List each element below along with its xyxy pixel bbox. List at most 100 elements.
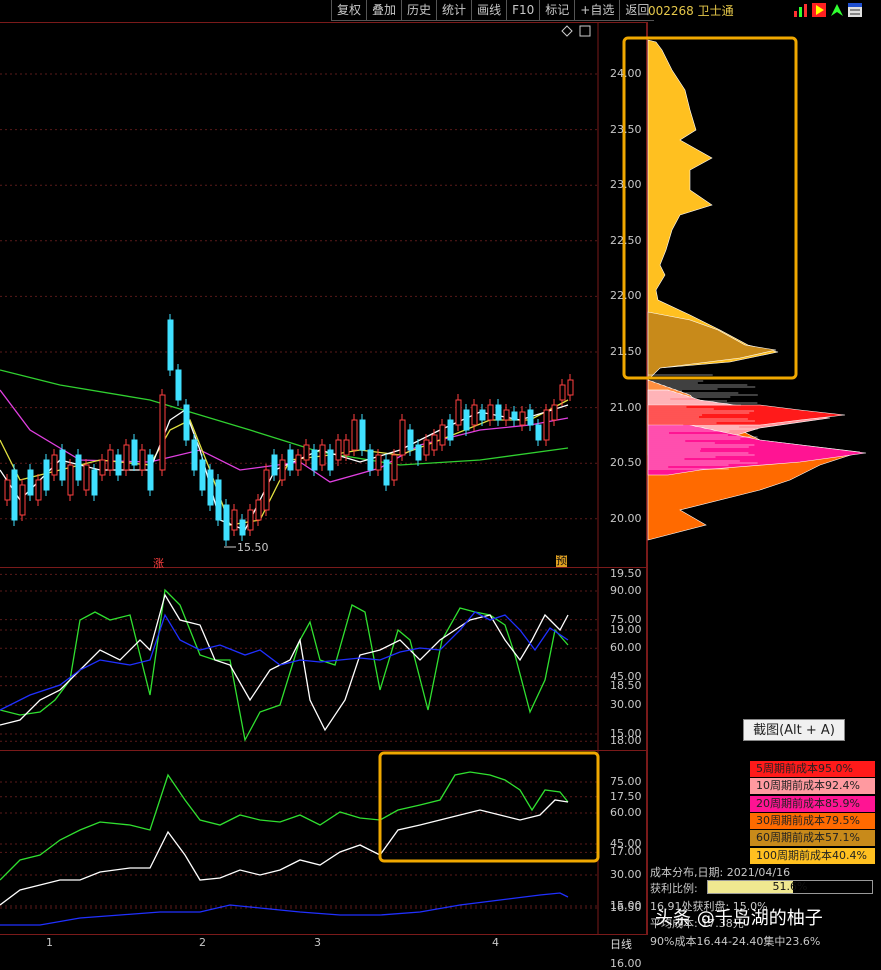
candle-body: [231, 509, 238, 531]
candle-body: [559, 384, 566, 401]
candle-body: [487, 404, 494, 421]
forecast-tag[interactable]: 预: [556, 555, 567, 567]
candle-body: [279, 459, 286, 481]
cost-layer-60: [647, 311, 777, 381]
candle-body: [431, 434, 438, 451]
candle-body: [263, 469, 270, 511]
candle-body: [311, 449, 318, 471]
candle-body: [67, 464, 74, 496]
osc1-tick-label: 60.00: [610, 641, 642, 655]
candle-body: [4, 479, 11, 501]
candle-body: [335, 439, 342, 461]
profit-ratio-label: 获利比例:: [650, 882, 698, 895]
candle-body: [75, 454, 82, 481]
osc1-tick-label: 30.00: [610, 698, 642, 712]
period-label[interactable]: 日线: [610, 936, 632, 952]
candle-body: [207, 469, 214, 506]
candle-body: [327, 449, 334, 471]
candle-body: [543, 409, 550, 441]
cost-legend-item: 30周期前成本79.5%: [750, 812, 875, 829]
osc2-tick-label: 15.00: [610, 899, 642, 912]
grid-lines: [0, 73, 598, 909]
candle-body: [407, 429, 414, 451]
candle-body: [139, 449, 146, 471]
candle-body: [455, 399, 462, 426]
toolbar-bottom-border: [0, 22, 648, 23]
candle-body: [183, 404, 190, 441]
candle-body: [123, 444, 130, 471]
candlesticks: [4, 314, 574, 546]
candle-body: [271, 454, 278, 476]
candle-body: [11, 469, 18, 521]
candle-body: [199, 459, 206, 491]
candle-body: [115, 454, 122, 476]
candle-body: [287, 449, 294, 471]
profit-ratio-value: 51.6%: [772, 880, 808, 893]
candle-body: [303, 444, 310, 461]
candle-body: [343, 439, 350, 456]
cost-legend-item: 10周期前成本92.4%: [750, 778, 875, 795]
candle-body: [439, 424, 446, 446]
x-label-2: 2: [199, 936, 206, 949]
price-tick-label: 20.00: [610, 511, 642, 525]
candle-body: [51, 454, 58, 476]
x-label-1: 1: [46, 936, 53, 949]
cost-legend-item: 5周期前成本95.0%: [750, 761, 875, 777]
osc2-green-line: [0, 771, 569, 881]
candle-body: [215, 479, 222, 521]
candle-body: [27, 469, 34, 496]
diamond-icon: [561, 25, 573, 37]
cost-legend-item: 100周期前成本40.4%: [750, 847, 875, 864]
candle-body: [367, 449, 374, 471]
price-tick-label: 20.50: [610, 456, 642, 470]
candle-body: [551, 404, 558, 421]
candle-body: [351, 419, 358, 451]
price-tick-label: 22.50: [610, 233, 642, 247]
candle-body: [99, 459, 106, 476]
osc2-tick-label: 60.00: [610, 806, 642, 819]
candle-body: [319, 444, 326, 466]
candle-body: [59, 449, 66, 481]
candle-body: [131, 439, 138, 466]
candle-body: [463, 409, 470, 431]
candle-body: [375, 454, 382, 471]
candle-body: [423, 439, 430, 456]
price-tick-label: 21.50: [610, 345, 642, 358]
price-tick-label: 19.50: [610, 567, 642, 581]
candle-body: [91, 469, 98, 496]
osc1-blue-line: [0, 611, 569, 711]
moving-averages: [0, 369, 569, 531]
osc1-white-line: [0, 593, 569, 732]
osc1-tick-label: 15.00: [610, 727, 642, 740]
x-axis: [0, 934, 648, 950]
osc1-tick-label: 90.00: [610, 584, 642, 597]
candle-body: [391, 454, 398, 481]
candle-body: [295, 454, 302, 471]
candle-body: [255, 499, 262, 521]
price-tick-label: 21.00: [610, 400, 642, 414]
x-label-4: 4: [492, 936, 499, 949]
candle-body: [43, 459, 50, 491]
screenshot-button[interactable]: 截图(Alt + A): [743, 719, 845, 741]
cost-concentration-line: 90%成本16.44-24.40集中23.6%: [650, 935, 821, 948]
panel-toggle-icon: [579, 25, 591, 37]
limit-up-tag: 涨: [153, 557, 164, 570]
osc2-tick-label: 75.00: [610, 775, 642, 788]
candle-body: [511, 411, 518, 421]
price-panel-bottom-border: [0, 567, 648, 568]
low-price-label: 15.50: [237, 541, 269, 554]
candle-body: [147, 454, 154, 491]
chart-canvas: [0, 22, 867, 934]
candle-body: [503, 409, 510, 421]
candle-body: [247, 509, 254, 531]
osc2-tick-label: 30.00: [610, 868, 642, 881]
candle-body: [223, 504, 230, 541]
candle-body: [159, 394, 166, 471]
candle-body: [471, 404, 478, 426]
candle-body: [191, 439, 198, 471]
osc2-blue-line: [0, 892, 569, 926]
price-tick-label: 17.50: [610, 789, 642, 803]
candle-body: [239, 519, 246, 536]
candle-body: [399, 419, 406, 456]
candle-body: [567, 379, 574, 396]
